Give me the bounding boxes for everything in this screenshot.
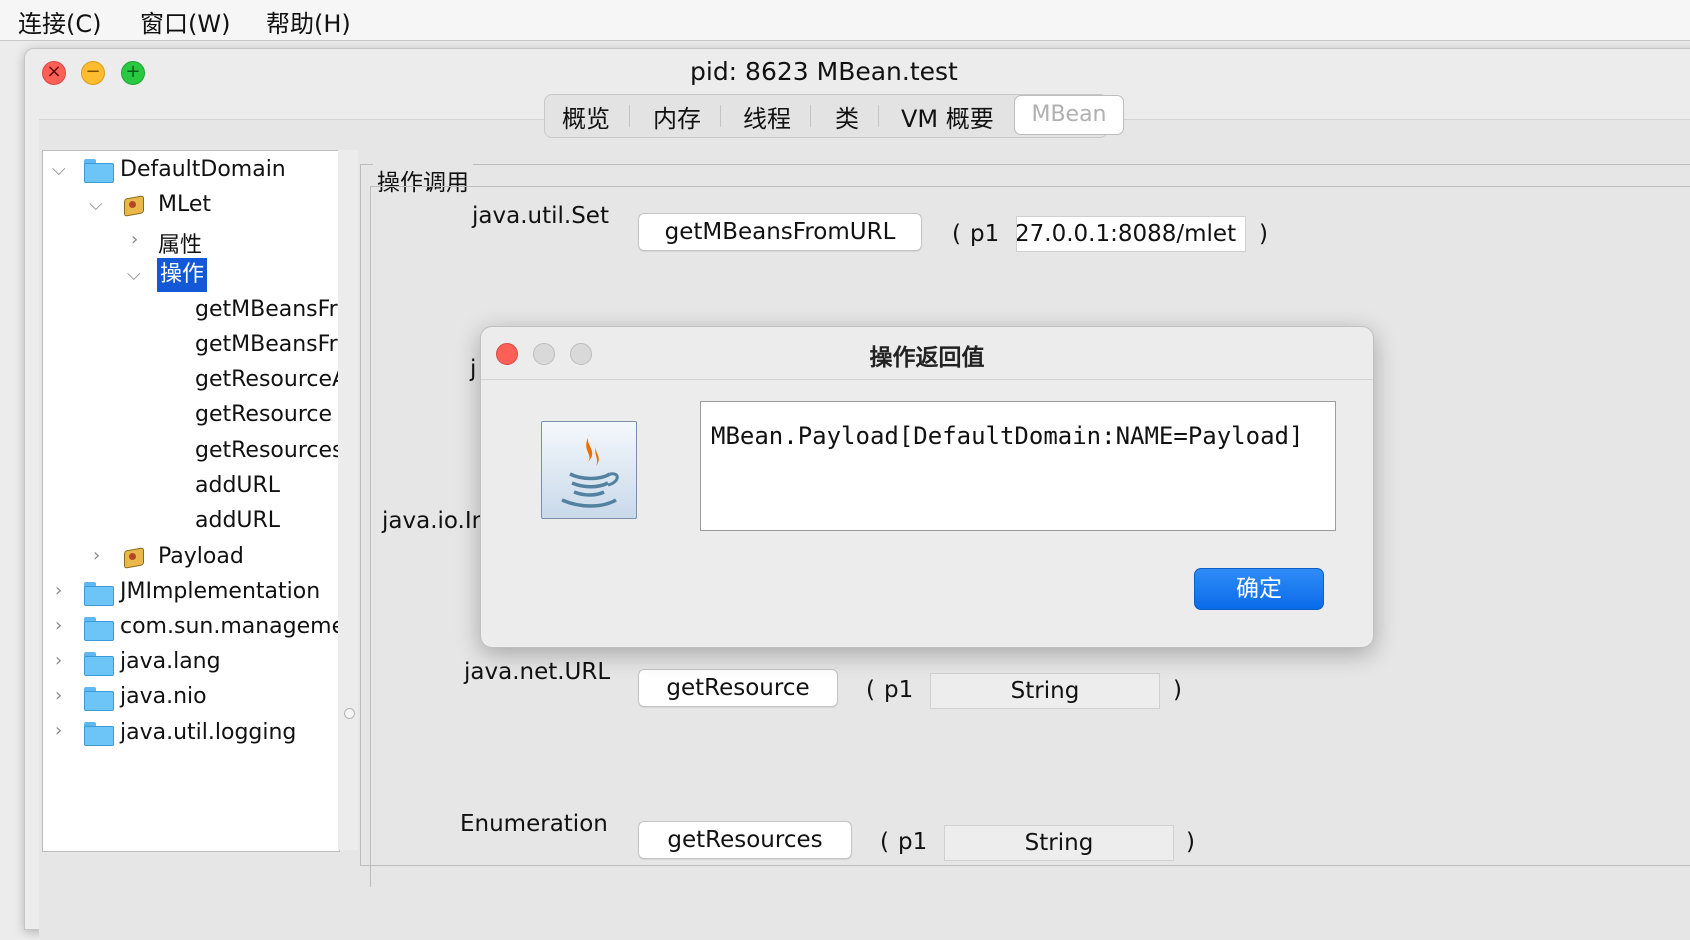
invoke-getresources-button[interactable]: getResources: [638, 821, 852, 859]
mbean-icon: [122, 546, 146, 569]
tree-node-payload[interactable]: Payload: [158, 544, 244, 569]
minimize-icon: −: [85, 61, 101, 82]
java-logo-svg: [561, 434, 619, 508]
tree-node-domain[interactable]: java.lang: [120, 649, 221, 674]
minimize-window-button[interactable]: −: [81, 61, 105, 85]
return-value-text: MBean.Payload[DefaultDomain:NAME=Payload…: [711, 422, 1304, 450]
tree-node-op[interactable]: getResourceA: [195, 367, 347, 392]
tree-node-domain[interactable]: JMImplementation: [120, 579, 320, 604]
return-type-label: java.net.URL: [464, 659, 611, 685]
param-p1-value: 27.0.0.1:8088/mlet: [1016, 221, 1237, 247]
tab-vm-summary[interactable]: VM 概要: [901, 99, 994, 134]
tree-node-op[interactable]: getResources: [195, 438, 343, 463]
param-close-paren: ): [1259, 221, 1268, 247]
param-label: p1: [970, 221, 1000, 247]
tab-separator: [878, 105, 879, 127]
return-value-textarea[interactable]: MBean.Payload[DefaultDomain:NAME=Payload…: [700, 401, 1336, 531]
param-open-paren: (: [880, 829, 889, 855]
chevron-right-icon[interactable]: ›: [55, 580, 62, 601]
tree-node-attributes[interactable]: 属性: [158, 227, 202, 259]
menu-bar: 连接(C) 窗口(W) 帮助(H): [0, 0, 1690, 41]
tab-separator: [629, 105, 630, 127]
tab-overview[interactable]: 概览: [562, 99, 610, 134]
tab-separator: [720, 105, 721, 127]
tree-node-operations[interactable]: 操作: [157, 258, 208, 292]
mbean-icon: [122, 194, 146, 217]
tab-classes[interactable]: 类: [835, 99, 859, 134]
return-type-label: j: [470, 356, 477, 382]
invoke-getresource-button[interactable]: getResource: [638, 669, 838, 707]
chevron-down-icon[interactable]: ⌵: [89, 194, 103, 215]
zoom-window-button[interactable]: +: [121, 61, 145, 85]
menu-help[interactable]: 帮助(H): [266, 4, 351, 39]
tree-node-domain[interactable]: java.util.logging: [120, 720, 296, 745]
invoke-getmbeansfromurl-button[interactable]: getMBeansFromURL: [638, 213, 922, 251]
chevron-down-icon[interactable]: ⌵: [127, 264, 141, 285]
tree-node-op[interactable]: getMBeansFro: [195, 332, 351, 357]
tree-node-op[interactable]: getResource: [195, 402, 332, 427]
return-value-dialog: 操作返回值 MBean.Payload[DefaultDomain:NAME=P…: [480, 326, 1374, 648]
param-close-paren: ): [1173, 677, 1182, 703]
window-titlebar: × − + pid: 8623 MBean.test: [25, 49, 1690, 93]
chevron-right-icon[interactable]: ›: [93, 545, 100, 566]
split-pane-divider[interactable]: [338, 150, 358, 850]
folder-icon: [84, 159, 114, 183]
chevron-right-icon[interactable]: ›: [55, 720, 62, 741]
param-label: p1: [884, 677, 914, 703]
mbean-tree: ⌵ DefaultDomain ⌵ MLet › 属性 ⌵ 操作 getMBea…: [42, 150, 351, 852]
tab-mbean[interactable]: MBean: [1014, 95, 1124, 135]
tree-node-op[interactable]: getMBeansFro: [195, 297, 351, 322]
menu-connect[interactable]: 连接(C): [18, 4, 101, 39]
splitter-handle-icon[interactable]: [344, 708, 355, 719]
ok-button[interactable]: 确定: [1194, 568, 1324, 610]
folder-icon: [84, 687, 114, 711]
param-open-paren: (: [952, 221, 961, 247]
close-window-button[interactable]: ×: [42, 61, 66, 85]
tab-threads[interactable]: 线程: [743, 99, 791, 134]
tab-separator: [810, 105, 811, 127]
zoom-icon: +: [125, 61, 141, 82]
folder-icon: [84, 582, 114, 606]
folder-icon: [84, 722, 114, 746]
return-type-label: java.io.In: [382, 508, 487, 534]
tree-node-domain[interactable]: com.sun.manageme: [120, 614, 345, 639]
param-p1-field[interactable]: String: [944, 825, 1174, 861]
folder-icon: [84, 617, 114, 641]
tab-memory[interactable]: 内存: [653, 99, 701, 134]
dialog-titlebar: 操作返回值: [481, 327, 1373, 380]
java-coffee-icon: [541, 421, 637, 519]
tree-node-domain[interactable]: java.nio: [120, 684, 207, 709]
param-open-paren: (: [866, 677, 875, 703]
chevron-down-icon[interactable]: ⌵: [52, 159, 66, 180]
tree-node-op[interactable]: addURL: [195, 508, 280, 533]
tree-node-op[interactable]: addURL: [195, 473, 280, 498]
chevron-right-icon[interactable]: ›: [55, 650, 62, 671]
chevron-right-icon[interactable]: ›: [131, 229, 138, 250]
dialog-title: 操作返回值: [869, 345, 985, 371]
param-p1-field[interactable]: 27.0.0.1:8088/mlet: [1016, 216, 1246, 252]
param-p1-field[interactable]: String: [930, 673, 1160, 709]
return-type-label: Enumeration: [460, 811, 608, 837]
window-title: pid: 8623 MBean.test: [690, 57, 958, 86]
tree-node-defaultdomain[interactable]: DefaultDomain: [120, 157, 286, 182]
chevron-right-icon[interactable]: ›: [55, 615, 62, 636]
tree-node-mlet[interactable]: MLet: [158, 192, 211, 217]
tab-bar: 概览 内存 线程 类 VM 概要 MBean: [544, 94, 1124, 138]
menu-window[interactable]: 窗口(W): [140, 4, 230, 39]
close-icon: ×: [46, 61, 62, 82]
param-label: p1: [898, 829, 928, 855]
return-type-label: java.util.Set: [472, 203, 609, 229]
folder-icon: [84, 652, 114, 676]
param-close-paren: ): [1186, 829, 1195, 855]
chevron-right-icon[interactable]: ›: [55, 685, 62, 706]
